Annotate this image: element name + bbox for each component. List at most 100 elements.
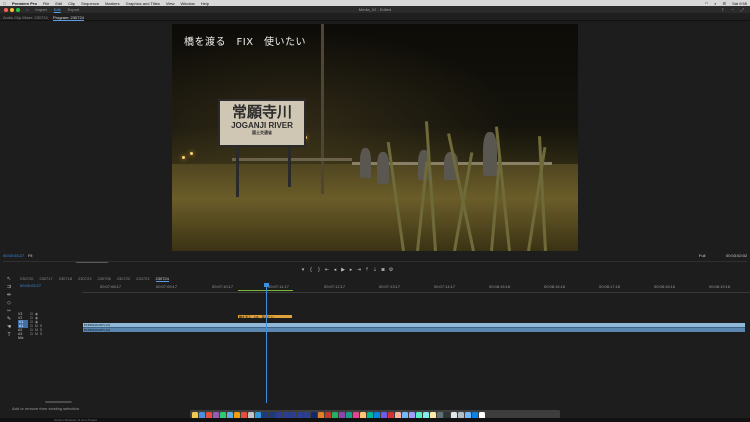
audio-clip[interactable]: P1350126.MOV [A] xyxy=(83,327,745,332)
play-icon[interactable]: ▶ xyxy=(340,267,346,273)
menu-markers[interactable]: Markers xyxy=(105,1,119,6)
playhead-handle[interactable] xyxy=(264,283,269,287)
person xyxy=(483,132,497,176)
river-sign: 常願寺川 JOGANJI RIVER 国土交通省 xyxy=(218,99,306,147)
control-center-icon[interactable]: ☰ xyxy=(723,1,727,6)
bridge-rail xyxy=(232,158,352,161)
go-to-in-icon[interactable]: ⇤ xyxy=(324,267,330,273)
program-monitor-video[interactable]: 常願寺川 JOGANJI RIVER 国土交通省 橋を渡る FIX 使いたい xyxy=(172,24,578,251)
pen-icon[interactable]: ✎ xyxy=(6,316,13,322)
sign-en-text: JOGANJI RIVER xyxy=(231,121,293,130)
ground xyxy=(172,164,578,251)
program-scrub-bar[interactable] xyxy=(3,261,747,262)
tab-sequence-active[interactable]: 230724 xyxy=(155,276,169,282)
wifi-icon[interactable]: ◠ xyxy=(705,1,709,6)
program-duration: 00:03:02:02 xyxy=(726,253,748,258)
sign-post xyxy=(288,147,291,187)
titlebar: ⌂ Import Edit Export Media_02 - Edited ⇪… xyxy=(0,6,750,13)
solo-icon[interactable]: S xyxy=(40,332,42,336)
apple-icon[interactable]:  xyxy=(3,1,6,6)
tab-sequence[interactable]: 230723 xyxy=(136,276,149,282)
track-headers: V3 ⊡ ◉ V2 ⊡ ◉ V1 ⊡ ◉ A1 ⊡ M S A2 ⊡ M S A3 ⊡ M S Mix xyxy=(18,312,81,340)
tab-sequence[interactable]: 230722 xyxy=(117,276,130,282)
tab-program[interactable]: Program: 230724 xyxy=(53,15,84,21)
track-header-mix[interactable]: Mix xyxy=(18,336,81,340)
ruler-tick: 00:08:18:16 xyxy=(654,284,676,289)
razor-icon[interactable]: ◇ xyxy=(6,300,13,306)
tab-sequence[interactable]: 230718 xyxy=(59,276,72,282)
search-icon[interactable]: ⌕ xyxy=(714,1,716,6)
transport-controls: ▾ { } ⇤ ◂ ▶ ▸ ⇥ ⇡ ⇣ ◙ ⚙ xyxy=(300,266,394,273)
go-to-out-icon[interactable]: ⇥ xyxy=(356,267,362,273)
quick-export-icon[interactable]: ⇪ xyxy=(721,7,724,12)
type-icon[interactable]: T xyxy=(6,332,13,338)
sequence-tabs: 230720 230717 230718 230723 230705 23072… xyxy=(20,276,169,282)
tab-sequence[interactable]: 230723 xyxy=(78,276,91,282)
ruler-tick: 00:07:08:17 xyxy=(100,284,122,289)
tab-sequence[interactable]: 230717 xyxy=(39,276,52,282)
step-back-icon[interactable]: ◂ xyxy=(332,267,338,273)
ruler-tick: 00:07:12:17 xyxy=(324,284,346,289)
sign-main-text: 常願寺川 xyxy=(231,104,292,121)
ruler-tick: 00:08:15:16 xyxy=(489,284,511,289)
hand-icon[interactable]: ☚ xyxy=(6,324,13,330)
step-forward-icon[interactable]: ▸ xyxy=(348,267,354,273)
ruler-tick: 00:07:13:17 xyxy=(379,284,401,289)
panel-headers: Audio Clip Mixer: 230724 Program: 230724 xyxy=(0,13,750,21)
text-clip[interactable]: 橋を渡る FIX 使いたい xyxy=(238,315,292,318)
menu-view[interactable]: View xyxy=(166,1,175,6)
timeline-timecode[interactable]: 00:00:03:27 xyxy=(20,283,41,288)
tools-panel: ↖ ⇉ ⇹ ◇ ⇿ ✎ ☚ T xyxy=(2,276,16,338)
resolution-select[interactable]: Full xyxy=(699,253,705,258)
person xyxy=(360,148,371,178)
bottom-strip: Ubuntu Windows 11 Arm Project xyxy=(0,418,750,422)
mark-out-icon[interactable]: } xyxy=(316,267,322,273)
extract-icon[interactable]: ⇣ xyxy=(372,267,378,273)
ruler-tick: 00:07:10:17 xyxy=(212,284,234,289)
document-title: Media_02 - Edited xyxy=(358,7,392,12)
fullscreen-icon[interactable]: ⤢ xyxy=(741,7,744,12)
time-ruler[interactable]: 00:07:08:17 00:07:09:17 00:07:10:17 00:0… xyxy=(82,283,750,293)
tab-audio-clip-mixer[interactable]: Audio Clip Mixer: 230724 xyxy=(3,15,48,20)
lamp-pole xyxy=(321,24,324,194)
menu-graphics[interactable]: Graphics and Titles xyxy=(126,1,160,6)
lock-icon[interactable]: ⊡ xyxy=(30,332,33,336)
program-monitor-bar: 00:00:03:27 Fit Full 00:03:02:02 xyxy=(0,252,750,264)
timeline-scrollbar[interactable] xyxy=(45,401,72,403)
ruler-tick: 00:08:16:16 xyxy=(544,284,566,289)
lift-icon[interactable]: ⇡ xyxy=(364,267,370,273)
person xyxy=(377,152,389,184)
camera-icon[interactable]: ◙ xyxy=(380,267,386,273)
menu-clip[interactable]: Clip xyxy=(68,1,75,6)
bottom-strip-text: Ubuntu Windows 11 Arm Project xyxy=(54,418,97,422)
ruler-tick: 00:07:11:17 xyxy=(268,284,289,289)
program-timecode[interactable]: 00:00:03:27 xyxy=(3,253,24,258)
menu-help[interactable]: Help xyxy=(201,1,209,6)
mark-in-icon[interactable]: { xyxy=(308,267,314,273)
track-select-icon[interactable]: ⇉ xyxy=(6,284,13,290)
menu-window[interactable]: Window xyxy=(180,1,194,6)
street-light xyxy=(190,152,193,155)
tab-sequence[interactable]: 230720 xyxy=(20,276,33,282)
settings-icon[interactable]: ⚙ xyxy=(388,267,394,273)
zoom-fit-select[interactable]: Fit xyxy=(28,253,32,258)
marker-icon[interactable]: ▾ xyxy=(300,267,306,273)
mute-icon[interactable]: M xyxy=(35,332,38,336)
menu-app[interactable]: Premiere Pro xyxy=(12,1,37,6)
selection-tool-icon[interactable]: ↖ xyxy=(6,276,13,282)
slip-icon[interactable]: ⇿ xyxy=(6,308,13,314)
ruler-tick: 00:07:09:17 xyxy=(156,284,178,289)
progress-icon[interactable]: ◔ xyxy=(731,7,733,12)
ruler-tick: 00:08:19:16 xyxy=(709,284,731,289)
playhead[interactable] xyxy=(264,283,269,403)
menu-file[interactable]: File xyxy=(43,1,49,6)
video-caption: 橋を渡る FIX 使いたい xyxy=(184,37,307,48)
program-zoom-scroll[interactable] xyxy=(76,262,108,263)
street-light xyxy=(182,156,185,159)
menu-sequence[interactable]: Sequence xyxy=(81,1,99,6)
tab-sequence[interactable]: 230705 xyxy=(97,276,110,282)
clock[interactable]: Sat 9:55 xyxy=(732,1,747,6)
ripple-edit-icon[interactable]: ⇹ xyxy=(6,292,13,298)
sign-post xyxy=(236,147,239,197)
menu-edit[interactable]: Edit xyxy=(55,1,62,6)
